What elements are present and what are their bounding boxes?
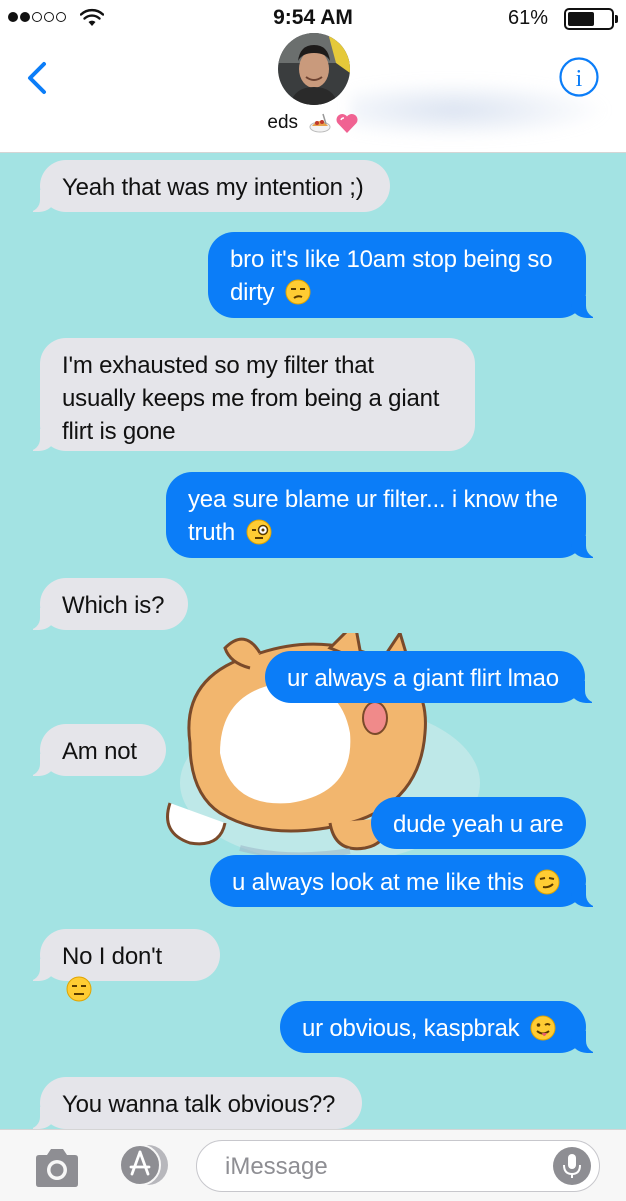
- heart-emoji-icon: [336, 113, 358, 133]
- conversation-header: eds i: [0, 33, 626, 153]
- message-bubble-outgoing[interactable]: dude yeah u are: [371, 797, 586, 849]
- expressionless-face-emoji-icon: [66, 976, 92, 1002]
- message-bubble-incoming[interactable]: Which is?: [14, 578, 188, 630]
- message-bubble-outgoing[interactable]: ur obvious, kaspbrak: [280, 1001, 612, 1053]
- contact-name: eds: [267, 112, 299, 134]
- winking-tongue-face-emoji-icon: [530, 1015, 556, 1041]
- app-store-icon[interactable]: [112, 1142, 172, 1188]
- unamused-face-emoji-icon: [285, 279, 311, 305]
- microphone-icon[interactable]: [553, 1147, 591, 1185]
- avatar[interactable]: [278, 33, 350, 105]
- back-chevron-icon[interactable]: [18, 58, 58, 98]
- message-bubble-outgoing[interactable]: u always look at me like this: [210, 855, 612, 907]
- battery-icon: [564, 8, 618, 30]
- compose-bar: [0, 1129, 626, 1201]
- message-bubble-incoming[interactable]: I'm exhausted so my filter that usually …: [14, 338, 475, 451]
- battery-percent: 61%: [507, 7, 548, 29]
- message-bubble-incoming[interactable]: Am not: [14, 724, 166, 776]
- smirking-face-emoji-icon: [534, 869, 560, 895]
- monocle-face-emoji-icon: [246, 519, 271, 545]
- message-list[interactable]: Yeah that was my intention ;) bro it's l…: [0, 153, 626, 1129]
- pasta-emoji-icon: [309, 113, 331, 133]
- message-bubble-outgoing[interactable]: yea sure blame ur filter... i know the t…: [166, 472, 612, 558]
- camera-icon[interactable]: [32, 1146, 82, 1190]
- message-bubble-incoming[interactable]: You wanna talk obvious??: [14, 1077, 362, 1129]
- imessage-input[interactable]: [223, 1149, 527, 1185]
- contact-name-row[interactable]: eds: [0, 112, 626, 134]
- message-bubble-incoming[interactable]: No I don't: [14, 929, 220, 1002]
- message-bubble-outgoing[interactable]: ur always a giant flirt lmao: [265, 651, 611, 703]
- info-icon[interactable]: i: [558, 56, 600, 98]
- message-bubble-incoming[interactable]: Yeah that was my intention ;): [14, 160, 390, 212]
- message-bubble-outgoing[interactable]: bro it's like 10am stop being so dirty: [208, 232, 612, 318]
- message-field[interactable]: [196, 1140, 600, 1192]
- svg-text:i: i: [576, 66, 583, 92]
